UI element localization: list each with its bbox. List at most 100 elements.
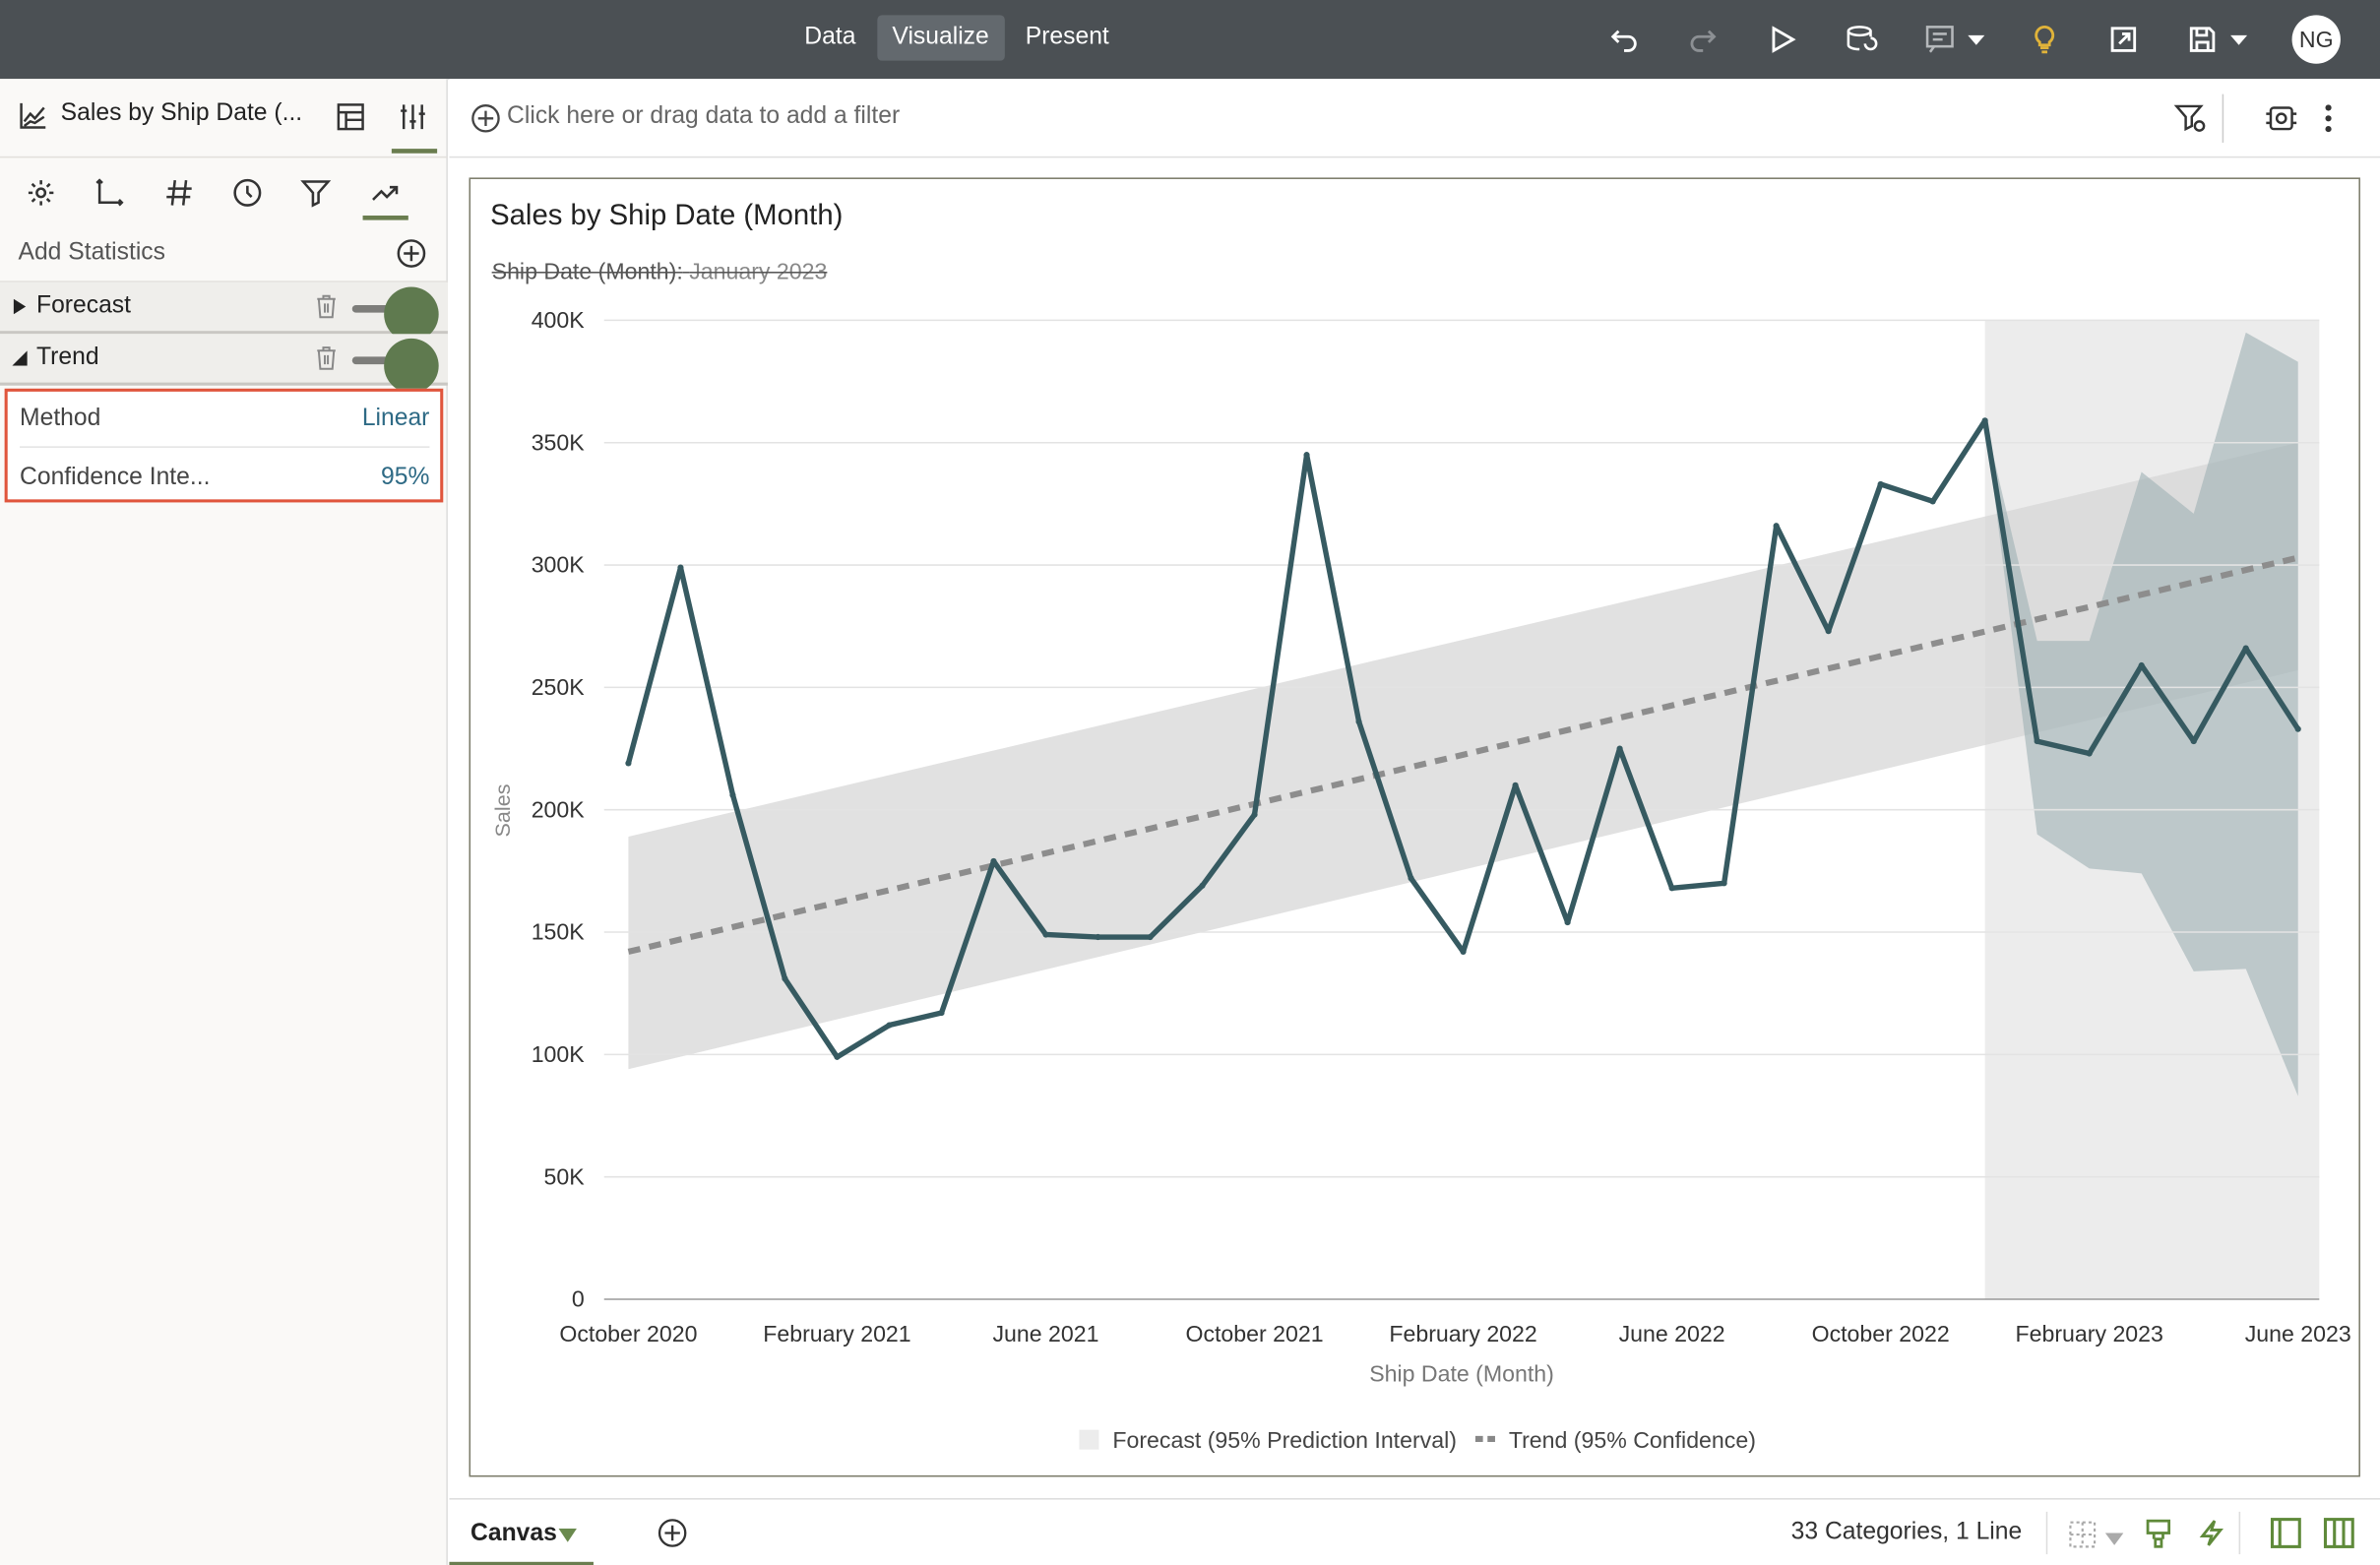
data-point — [625, 760, 632, 767]
active-category-indicator — [362, 215, 408, 220]
line-chart[interactable]: 0 50K 100K 150K 200K 250K 300K 350K 400K October … — [470, 179, 2361, 1478]
section-trend[interactable]: Trend — [0, 334, 448, 394]
y-tick-label: 400K — [532, 307, 586, 333]
add-statistics-label: Add Statistics — [18, 239, 165, 266]
method-row[interactable]: Method Linear — [20, 392, 430, 448]
filter-placeholder[interactable]: Click here or drag data to add a filter — [507, 103, 900, 131]
section-trend-label: Trend — [36, 344, 99, 371]
comment-dropdown-icon[interactable] — [1958, 22, 1994, 58]
data-point — [2138, 661, 2145, 669]
caret-down-icon[interactable] — [12, 350, 28, 366]
legend-forecast-label: Forecast (95% Prediction Interval) — [1112, 1427, 1457, 1453]
redo-icon[interactable] — [1685, 22, 1722, 58]
active-tab-indicator — [391, 149, 438, 154]
right-panel-toggle-icon[interactable] — [2322, 1517, 2355, 1550]
layout-dropdown-icon[interactable] — [2104, 1529, 2124, 1545]
legend-trend-label: Trend (95% Confidence) — [1509, 1427, 1756, 1453]
data-point — [1303, 452, 1310, 459]
data-point — [2294, 725, 2301, 732]
lightning-icon[interactable] — [2196, 1518, 2226, 1548]
data-point — [2034, 737, 2040, 745]
chart-container[interactable]: Sales by Ship Date (Month) Ship Date (Mo… — [469, 177, 2361, 1478]
y-axis-label: Sales — [490, 783, 515, 837]
data-point — [1042, 931, 1049, 938]
y-tick-label: 350K — [532, 429, 586, 455]
gear-icon[interactable] — [25, 176, 58, 210]
data-point — [782, 975, 788, 982]
save-dropdown-icon[interactable] — [2221, 22, 2257, 58]
data-point — [886, 1022, 893, 1029]
method-label: Method — [20, 405, 101, 431]
lightbulb-icon[interactable] — [2027, 22, 2063, 58]
visualization-settings-icon[interactable] — [2265, 101, 2298, 135]
trend-properties: Method Linear Confidence Inte... 95% — [4, 388, 444, 505]
data-point — [1460, 948, 1467, 956]
filter-settings-icon[interactable] — [2173, 101, 2207, 135]
add-canvas-icon[interactable] — [658, 1518, 688, 1548]
data-point — [1512, 782, 1519, 788]
data-point — [2190, 737, 2197, 745]
data-point — [1668, 885, 1675, 892]
filter-icon[interactable] — [299, 176, 333, 210]
properties-sliders-icon[interactable] — [396, 100, 429, 134]
y-tick-label: 100K — [532, 1041, 586, 1067]
more-options-icon[interactable] — [2322, 101, 2334, 135]
confidence-value[interactable]: 95% — [381, 464, 429, 491]
data-point — [1408, 875, 1414, 882]
x-tick-label: June 2022 — [1619, 1321, 1725, 1346]
grid-layout-icon[interactable] — [2067, 1520, 2098, 1550]
number-format-icon[interactable] — [162, 176, 196, 210]
tab-visualize[interactable]: Visualize — [877, 15, 1005, 61]
method-value[interactable]: Linear — [362, 406, 430, 433]
confidence-row[interactable]: Confidence Inte... 95% — [20, 449, 429, 505]
forecast-toggle[interactable] — [351, 286, 439, 342]
data-point — [677, 564, 684, 571]
save-icon[interactable] — [2184, 22, 2221, 58]
clock-icon[interactable] — [230, 176, 264, 210]
data-point — [834, 1053, 841, 1060]
undo-icon[interactable] — [1606, 22, 1643, 58]
data-point — [1564, 919, 1571, 926]
x-tick-label: October 2022 — [1812, 1321, 1950, 1346]
data-point — [1251, 811, 1258, 818]
export-icon[interactable] — [2105, 22, 2142, 58]
refresh-data-icon[interactable] — [1843, 22, 1879, 58]
tab-data[interactable]: Data — [789, 15, 871, 60]
trend-toggle[interactable] — [351, 338, 439, 394]
analytics-icon[interactable] — [369, 176, 403, 210]
caret-right-icon[interactable] — [12, 298, 27, 315]
filter-bar[interactable]: Click here or drag data to add a filter — [449, 79, 2380, 158]
data-point — [1616, 745, 1623, 752]
x-tick-label: February 2022 — [1389, 1321, 1536, 1346]
add-statistics-icon[interactable] — [396, 238, 426, 269]
data-point — [1773, 523, 1780, 530]
user-avatar[interactable]: NG — [2291, 15, 2341, 64]
y-tick-label: 50K — [544, 1163, 586, 1189]
canvas-tab[interactable]: Canvas — [449, 1500, 594, 1565]
y-tick-label: 150K — [532, 919, 586, 945]
legend: Forecast (95% Prediction Interval) Trend… — [1079, 1427, 1756, 1453]
x-tick-label: October 2021 — [1185, 1321, 1323, 1346]
panel-header: Sales by Ship Date (... — [0, 79, 448, 158]
divider — [2045, 1511, 2048, 1555]
data-point — [1981, 417, 1988, 424]
brush-icon[interactable] — [2143, 1518, 2173, 1548]
legend-forecast-swatch — [1079, 1429, 1099, 1450]
data-point — [1199, 882, 1206, 889]
data-point — [729, 791, 736, 798]
visualization-title: Sales by Ship Date (... — [60, 99, 303, 126]
play-icon[interactable] — [1764, 22, 1800, 58]
axis-icon[interactable] — [93, 176, 126, 210]
add-filter-icon[interactable] — [470, 103, 501, 134]
chevron-down-icon[interactable] — [558, 1528, 577, 1543]
left-panel-toggle-icon[interactable] — [2269, 1517, 2302, 1550]
comment-icon[interactable] — [1921, 22, 1958, 58]
trash-icon[interactable] — [314, 344, 339, 372]
tab-present[interactable]: Present — [1010, 15, 1124, 60]
top-toolbar: Data Visualize Present NG — [0, 0, 2380, 80]
data-panel-icon[interactable] — [334, 100, 367, 134]
section-forecast[interactable]: Forecast — [0, 282, 448, 342]
data-point — [938, 1010, 945, 1017]
y-tick-label: 300K — [532, 552, 586, 578]
trash-icon[interactable] — [314, 293, 339, 321]
